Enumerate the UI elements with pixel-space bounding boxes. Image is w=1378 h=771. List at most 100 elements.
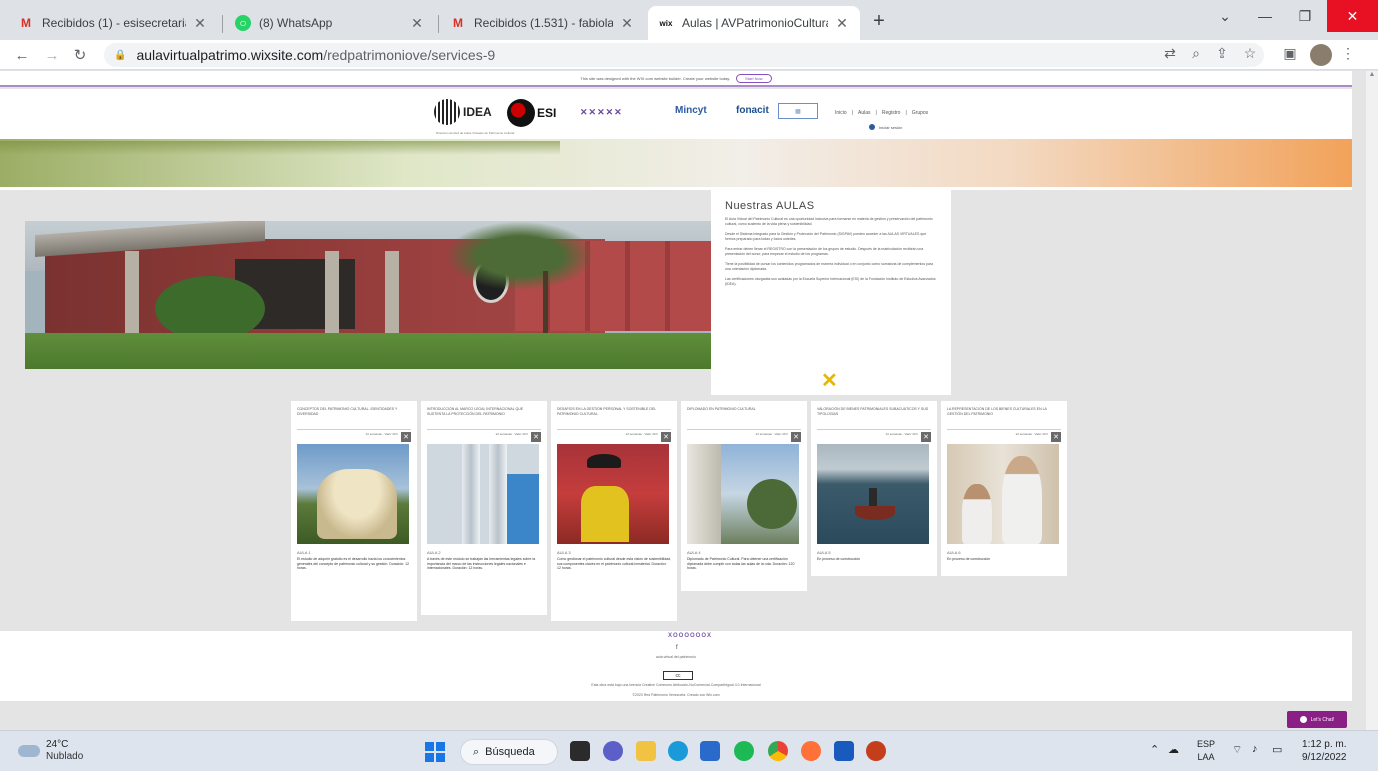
card-heading: LA REPRESENTACIÓN DE LOS BIENES CULTURAL… [947,407,1047,416]
gmail-icon: M [21,16,31,30]
battery-icon[interactable]: ▭ [1272,743,1282,756]
language-indicator[interactable]: ESP LAA [1197,738,1215,764]
patrimonio-cross-logo[interactable]: ✕✕✕✕✕ [580,101,635,123]
scroll-up-arrow-icon[interactable]: ▲ [1366,71,1378,78]
tab-title: Aulas | AVPatrimonioCultural [682,16,828,30]
chat-button[interactable]: Let's Chat! [1287,711,1347,728]
close-icon[interactable]: ✕ [409,15,425,32]
minimize-button[interactable]: — [1245,0,1285,32]
nav-item-inicio[interactable]: Inicio [835,110,847,116]
idea-logo[interactable]: IDEA [434,99,492,125]
card-x-icon[interactable]: ✕ [531,432,541,442]
decorative-gradient-band [0,139,1352,187]
card-x-icon[interactable]: ✕ [921,432,931,442]
img-shape [1002,456,1042,544]
browser-toolbar: ← → ↻ 🔒 aulavirtualpatrimo.wixsite.com/r… [0,40,1378,70]
card-x-icon[interactable]: ✕ [401,432,411,442]
card-meta: 12 semanas · Valor 40 h ✕ [817,429,931,444]
onedrive-icon[interactable]: ☁ [1168,743,1179,756]
course-card-aula-4[interactable]: DIPLOMADO EN PATRIMONIO CULTURAL 12 sema… [681,401,807,591]
firefox-icon[interactable] [801,741,821,761]
creative-commons-icon[interactable]: cc [663,671,693,680]
restore-button[interactable]: ❐ [1285,0,1325,32]
tray-chevron-icon[interactable]: ⌃ [1150,743,1159,756]
taskbar-clock[interactable]: 1:12 p. m. 9/12/2022 [1302,738,1347,764]
profile-avatar[interactable] [1310,44,1332,66]
card-description: A través de este módulo se trabajan las … [427,557,536,570]
institution-logo[interactable]: ▦ [778,103,818,119]
wix-start-button[interactable]: Start Now [736,73,772,83]
back-arrow-icon[interactable]: ← [12,45,32,65]
taskbar-search[interactable]: ⌕ Búsqueda [460,739,558,765]
zoom-icon[interactable]: ⌕ [1186,45,1206,62]
new-tab-button[interactable]: + [866,10,892,33]
card-meta-text: 12 semanas · Valor 40 h [885,432,918,436]
reload-icon[interactable]: ↻ [70,45,90,65]
close-icon[interactable]: ✕ [619,15,635,32]
translate-icon[interactable]: ⇄ [1160,45,1180,62]
powerpoint-icon[interactable] [866,741,886,761]
edge-icon[interactable] [668,741,688,761]
aulas-paragraph: Tiene la posibilidad de cursar los conte… [725,262,934,271]
page-scrollbar[interactable]: ▲ [1366,71,1378,730]
menu-dots-icon[interactable]: ⋮ [1338,45,1358,62]
card-image-columns [427,444,539,544]
gmail-icon: M [453,16,463,30]
word-icon[interactable] [834,741,854,761]
course-card-aula-1[interactable]: CONCEPTOS DEL PATRIMONIO CULTURAL. IDENT… [291,401,417,621]
course-card-aula-6[interactable]: LA REPRESENTACIÓN DE LOS BIENES CULTURAL… [941,401,1067,576]
tab-aulas-active[interactable]: wix Aulas | AVPatrimonioCultural ✕ [648,6,860,40]
wifi-icon[interactable]: ⌔ [1232,743,1242,757]
tab-whatsapp[interactable]: ○ (8) WhatsApp ✕ [225,6,435,40]
close-window-button[interactable]: ✕ [1327,0,1378,32]
bookmark-star-icon[interactable]: ☆ [1240,45,1260,62]
fonacit-logo-text: fonacit [736,105,769,116]
tab-search-chevron-icon[interactable]: ⌄ [1205,0,1245,32]
tab-title: Recibidos (1) - esisecretaria.mscti [42,16,186,30]
forward-arrow-icon[interactable]: → [42,45,62,65]
aulas-title: Nuestras AULAS [725,200,815,212]
close-icon[interactable]: ✕ [192,15,208,32]
nav-item-registro[interactable]: Registro [882,110,901,116]
card-x-icon[interactable]: ✕ [1051,432,1061,442]
spotify-icon[interactable] [734,741,754,761]
address-bar[interactable]: 🔒 aulavirtualpatrimo.wixsite.com/redpatr… [104,43,1264,67]
login-link[interactable]: Iniciar sesión [869,124,902,130]
footer-license: Esta obra está bajo una licencia Creativ… [591,683,761,687]
windows-start-icon[interactable] [425,742,445,762]
hero-bush [155,276,265,341]
file-explorer-icon[interactable] [636,741,656,761]
tab-title: (8) WhatsApp [259,16,333,30]
course-card-aula-2[interactable]: INTRODUCCIÓN AL MARCO LEGAL INTERNACIONA… [421,401,547,615]
card-x-icon[interactable]: ✕ [661,432,671,442]
card-image-festival [557,444,669,544]
weather-widget[interactable]: 24°C Nublado [18,739,83,762]
facebook-icon[interactable]: f [676,645,678,651]
nav-item-aulas[interactable]: Aulas [858,110,871,116]
nav-item-grupos[interactable]: Grupos [912,110,928,116]
card-x-icon[interactable]: ✕ [791,432,801,442]
share-icon[interactable]: ⇪ [1212,45,1232,62]
mincyt-logo[interactable]: Mincyt [675,105,707,116]
teams-chat-icon[interactable] [603,741,623,761]
card-heading: INTRODUCCIÓN AL MARCO LEGAL INTERNACIONA… [427,407,524,416]
card-meta-text: 12 semanas · Valor 40 h [365,432,398,436]
side-panel-icon[interactable]: ▣ [1280,45,1300,62]
volume-icon[interactable]: ♪ [1252,743,1258,755]
store-icon[interactable] [700,741,720,761]
fonacit-logo[interactable]: fonacit [736,105,769,116]
course-card-aula-3[interactable]: DESAFÍOS EN LA GESTIÓN PERSONAL Y SOSTEN… [551,401,677,621]
tab-gmail-1[interactable]: M Recibidos (1) - esisecretaria.mscti ✕ [8,6,218,40]
cloud-icon [18,744,40,757]
card-heading: DIPLOMADO EN PATRIMONIO CULTURAL [687,407,756,411]
task-view-icon[interactable] [570,741,590,761]
esi-logo[interactable]: ESI [507,99,556,127]
aulas-paragraph: Para entrar deben llenar el REGISTRO con… [725,247,924,256]
close-icon[interactable]: ✕ [834,15,850,32]
course-card-aula-5[interactable]: VALORACIÓN DE BIENES PATRIMONIALES SUBAC… [811,401,937,576]
card-title: AULA 3 [557,550,571,555]
chrome-icon[interactable] [768,741,788,761]
tab-gmail-2[interactable]: M Recibidos (1.531) - fabiolavelasco ✕ [440,6,645,40]
hero-column [125,251,139,336]
lock-icon[interactable]: 🔒 [114,50,126,61]
